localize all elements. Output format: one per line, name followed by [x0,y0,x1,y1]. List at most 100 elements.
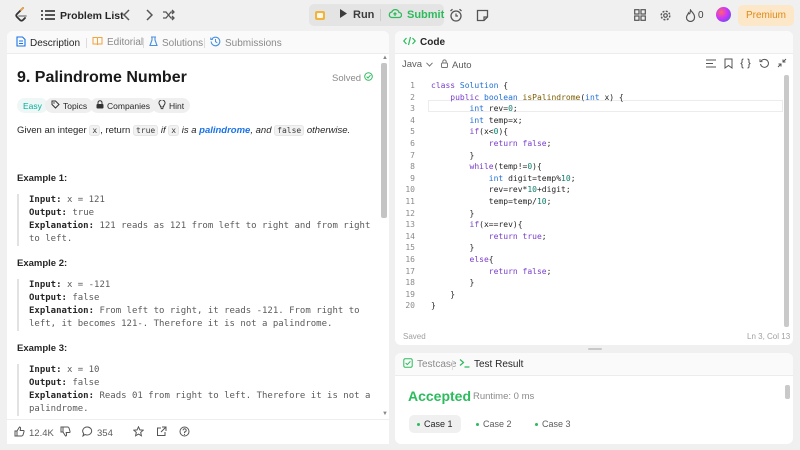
reset-icon[interactable] [759,58,770,72]
tab-description-label: Description [30,37,81,49]
topics-chip[interactable]: Topics [45,98,94,113]
difficulty-label: Easy [23,100,42,111]
example-explanation: Explanation: From left to right, it read… [29,306,360,316]
code-editor[interactable]: 1 class Solution { 2 public boolean isPal… [395,76,787,316]
streak-count: 0 [698,10,704,21]
description-footer: 12.4K 354 [7,419,389,444]
document-icon [16,36,26,50]
result-scrollbar[interactable] [785,385,790,399]
case-label: Case 1 [424,419,453,429]
desc-text: , and [250,125,272,136]
lightbulb-icon [158,98,166,112]
language-select[interactable]: Java [402,59,433,70]
leetcode-logo-icon[interactable] [13,7,29,23]
like-count: 12.4K [29,427,54,439]
desc-text: if [160,125,166,136]
submit-button[interactable]: Submit [388,8,444,22]
palindrome-link[interactable]: palindrome [199,125,250,136]
tab-submissions-label: Submissions [225,37,282,49]
pass-dot-icon [417,422,420,426]
problem-list-label[interactable]: Problem List [60,10,124,22]
divider [380,9,381,21]
example-explanation-cont: left, it becomes 121-. Therefore it is n… [29,319,333,329]
tab-submissions[interactable]: Submissions [210,36,282,50]
lock-icon [96,100,104,111]
tab-test-result[interactable]: Test Result [459,358,523,371]
tab-testcase-label: Testcase [417,359,457,370]
flask-icon [149,36,158,50]
tab-editorial[interactable]: Editorial [92,36,143,49]
topics-label: Topics [63,100,88,111]
tab-testcase[interactable]: Testcase [403,358,456,371]
bookmark-icon[interactable] [724,58,733,72]
problem-list-icon[interactable] [41,9,55,21]
tab-solutions-label: Solutions [162,37,204,49]
chevron-left-icon[interactable] [121,9,133,21]
format-icon[interactable] [706,59,716,71]
run-button[interactable]: Run [339,8,374,22]
streak-flame-icon[interactable] [684,8,696,22]
thumbs-down-icon[interactable] [60,426,71,437]
layout-grid-icon[interactable] [633,8,647,22]
premium-button[interactable]: Premium [738,5,794,26]
cloud-upload-icon [388,8,403,22]
tab-code[interactable]: Code [402,36,445,49]
alarm-clock-icon[interactable] [448,7,464,23]
tab-divider [452,360,453,370]
note-icon[interactable] [474,7,490,23]
auto-mode-toggle[interactable]: Auto [441,59,472,71]
chevron-right-icon[interactable] [143,9,155,21]
code-scrollbar[interactable] [784,75,789,327]
hint-label: Hint [169,100,185,111]
scroll-down-arrow-icon[interactable]: ▼ [382,411,388,417]
share-icon[interactable] [156,426,167,437]
resize-handle[interactable] [588,348,602,350]
scroll-up-arrow-icon[interactable]: ▲ [382,55,388,61]
book-icon [92,36,103,49]
example-title: Example 2: [17,258,68,269]
tab-editorial-label: Editorial [107,37,144,48]
solved-status: Solved [332,72,373,84]
tab-solutions[interactable]: Solutions [149,36,203,50]
example-input: Input: x = 121 [29,195,105,205]
case-tab-3[interactable]: Case 3 [527,415,579,433]
checkbox-icon [403,358,413,371]
example-explanation: Explanation: 121 reads as 121 from left … [29,221,371,231]
runtime: Runtime: 0 ms [473,391,535,402]
desc-text: otherwise. [306,125,351,136]
result-tabs: Testcase Test Result [395,353,793,376]
hint-chip[interactable]: Hint [152,98,191,113]
case-tab-1[interactable]: Case 1 [409,415,461,433]
like-button[interactable]: 12.4K [14,426,54,440]
submit-label: Submit [407,9,445,21]
comment-count: 354 [97,427,113,439]
example-title: Example 3: [17,343,68,354]
page-title[interactable]: 9. Palindrome Number [17,69,187,87]
play-icon [339,8,348,22]
example-block: Input: x = -121 Output: false Explanatio… [17,279,372,331]
tag-icon [51,100,60,111]
collapse-icon[interactable] [777,58,787,71]
inline-code: x [168,125,180,136]
help-icon[interactable] [179,426,190,437]
thumbs-up-icon [14,426,25,440]
case-tab-2[interactable]: Case 2 [468,415,520,433]
tab-divider [86,38,87,48]
history-icon [210,36,221,50]
description-scrollbar[interactable] [381,63,387,218]
verdict: Accepted [408,388,472,404]
debug-icon[interactable] [313,8,327,22]
comments-button[interactable]: 354 [82,426,113,440]
braces-icon[interactable] [740,58,751,72]
gear-icon[interactable] [658,8,672,22]
companies-chip[interactable]: Companies [90,98,156,113]
tab-code-label: Code [420,37,445,48]
tab-description[interactable]: Description [16,36,80,50]
language-label: Java [402,59,423,70]
shuffle-icon[interactable] [162,9,176,21]
inline-code: x [89,125,101,136]
pass-dot-icon [476,422,479,426]
terminal-icon [459,358,470,371]
avatar[interactable] [716,7,731,22]
star-icon[interactable] [133,426,144,437]
